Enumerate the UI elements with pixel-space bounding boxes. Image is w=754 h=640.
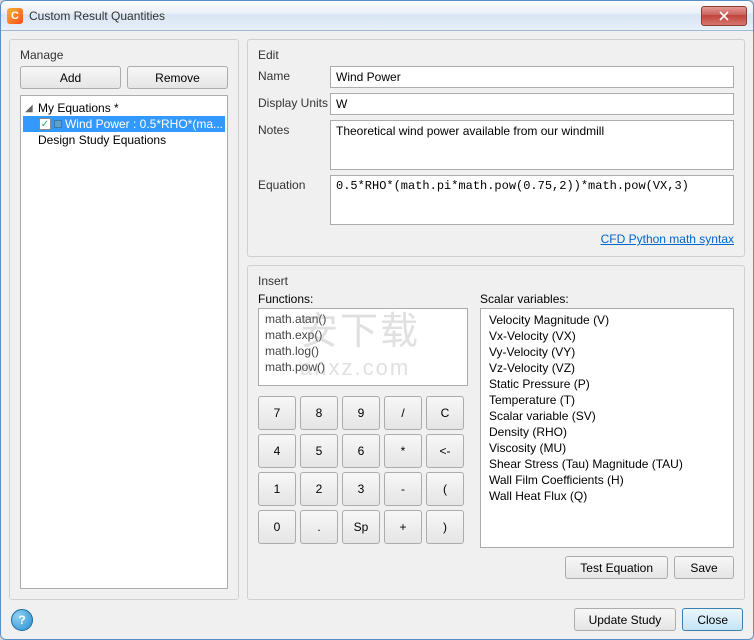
keypad-key[interactable]: -	[384, 472, 422, 506]
variable-item[interactable]: Wall Heat Flux (Q)	[481, 488, 733, 504]
keypad-key[interactable]: *	[384, 434, 422, 468]
help-button[interactable]: ?	[11, 609, 33, 631]
functions-list[interactable]: math.atan()math.exp()math.log()math.pow(…	[258, 308, 468, 386]
manage-title: Manage	[20, 48, 228, 62]
keypad-key[interactable]: <-	[426, 434, 464, 468]
keypad-key[interactable]: 7	[258, 396, 296, 430]
variable-item[interactable]: Vz-Velocity (VZ)	[481, 360, 733, 376]
variable-item[interactable]: Vx-Velocity (VX)	[481, 328, 733, 344]
units-label: Display Units	[258, 93, 330, 110]
variable-item[interactable]: Wall Film Coefficients (H)	[481, 472, 733, 488]
tree-root-design-study[interactable]: Design Study Equations	[23, 132, 225, 148]
keypad-key[interactable]: .	[300, 510, 338, 544]
keypad-key[interactable]: 6	[342, 434, 380, 468]
variable-item[interactable]: Vy-Velocity (VY)	[481, 344, 733, 360]
remove-button[interactable]: Remove	[127, 66, 228, 89]
dialog-window: C Custom Result Quantities Manage Add Re…	[0, 0, 754, 640]
keypad-key[interactable]: C	[426, 396, 464, 430]
variables-list[interactable]: Velocity Magnitude (V)Vx-Velocity (VX)Vy…	[480, 308, 734, 548]
keypad-key[interactable]: Sp	[342, 510, 380, 544]
bottom-bar: ? Update Study Close	[9, 608, 745, 631]
keypad-key[interactable]: 1	[258, 472, 296, 506]
insert-panel: Insert Functions: math.atan()math.exp()m…	[247, 265, 745, 600]
function-item[interactable]: math.atan()	[259, 311, 467, 327]
units-input[interactable]	[330, 93, 734, 115]
variable-item[interactable]: Temperature (T)	[481, 392, 733, 408]
titlebar[interactable]: C Custom Result Quantities	[1, 1, 753, 31]
variables-label: Scalar variables:	[480, 292, 734, 306]
name-input[interactable]	[330, 66, 734, 88]
variable-item[interactable]: Scalar variable (SV)	[481, 408, 733, 424]
notes-textarea[interactable]: Theoretical wind power available from ou…	[330, 120, 734, 170]
close-icon	[719, 11, 729, 21]
keypad-key[interactable]: +	[384, 510, 422, 544]
keypad-key[interactable]: )	[426, 510, 464, 544]
syntax-help-link[interactable]: CFD Python math syntax	[601, 232, 734, 246]
keypad-key[interactable]: 0	[258, 510, 296, 544]
function-item[interactable]: math.log()	[259, 343, 467, 359]
close-button[interactable]: Close	[682, 608, 743, 631]
variable-item[interactable]: Velocity Magnitude (V)	[481, 312, 733, 328]
checkbox-icon[interactable]: ✓	[39, 118, 51, 130]
equation-textarea[interactable]: 0.5*RHO*(math.pi*math.pow(0.75,2))*math.…	[330, 175, 734, 225]
equation-label: Equation	[258, 175, 330, 192]
save-button[interactable]: Save	[674, 556, 734, 579]
variable-item[interactable]: Viscosity (MU)	[481, 440, 733, 456]
tree-item-wind-power[interactable]: ✓ Wind Power : 0.5*RHO*(ma...	[23, 116, 225, 132]
window-title: Custom Result Quantities	[29, 9, 165, 23]
keypad-key[interactable]: (	[426, 472, 464, 506]
notes-label: Notes	[258, 120, 330, 137]
tree-root-label: My Equations *	[38, 101, 119, 115]
keypad-key[interactable]: 8	[300, 396, 338, 430]
update-study-button[interactable]: Update Study	[574, 608, 677, 631]
edit-title: Edit	[258, 48, 734, 62]
keypad-key[interactable]: 4	[258, 434, 296, 468]
function-item[interactable]: math.exp()	[259, 327, 467, 343]
keypad-key[interactable]: 9	[342, 396, 380, 430]
add-button[interactable]: Add	[20, 66, 121, 89]
tree-item-label: Wind Power : 0.5*RHO*(ma...	[65, 117, 223, 131]
keypad-key[interactable]: 3	[342, 472, 380, 506]
equation-tree[interactable]: ◢ My Equations * ✓ Wind Power : 0.5*RHO*…	[20, 95, 228, 589]
keypad-key[interactable]: /	[384, 396, 422, 430]
tree-design-label: Design Study Equations	[38, 133, 166, 147]
variable-item[interactable]: Shear Stress (Tau) Magnitude (TAU)	[481, 456, 733, 472]
keypad-key[interactable]: 2	[300, 472, 338, 506]
keypad-key[interactable]: 5	[300, 434, 338, 468]
functions-label: Functions:	[258, 292, 468, 306]
variable-item[interactable]: Static Pressure (P)	[481, 376, 733, 392]
variable-item[interactable]: Density (RHO)	[481, 424, 733, 440]
name-label: Name	[258, 66, 330, 83]
manage-panel: Manage Add Remove ◢ My Equations * ✓ Win…	[9, 39, 239, 600]
equation-icon	[54, 120, 62, 128]
insert-title: Insert	[258, 274, 734, 288]
function-item[interactable]: math.pow()	[259, 359, 467, 375]
calculator-keypad: 789/C 456*<- 123-(0.Sp+)	[258, 396, 468, 544]
expand-icon[interactable]: ◢	[25, 103, 35, 114]
app-icon: C	[7, 8, 23, 24]
tree-root-my-equations[interactable]: ◢ My Equations *	[23, 100, 225, 116]
test-equation-button[interactable]: Test Equation	[565, 556, 668, 579]
window-close-button[interactable]	[701, 6, 747, 26]
edit-panel: Edit Name Display Units Notes Theoretica…	[247, 39, 745, 257]
